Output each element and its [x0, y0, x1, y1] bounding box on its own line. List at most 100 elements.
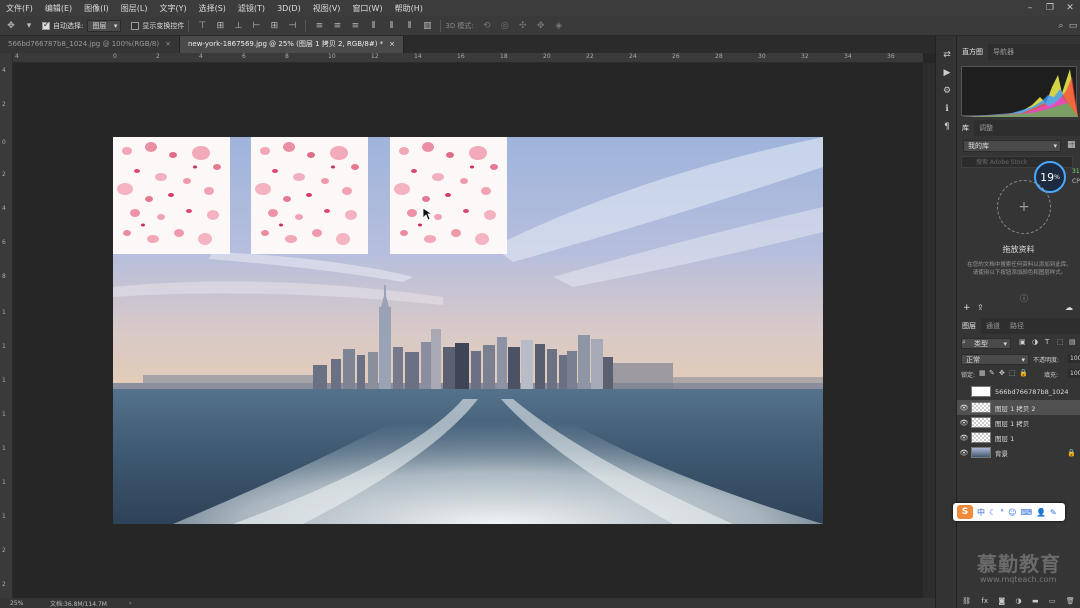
lock-move-icon[interactable]: ✥ — [999, 369, 1005, 377]
distribute-top-icon[interactable]: ≡ — [312, 19, 326, 33]
layer-row[interactable]: 👁 背景 🔒 — [957, 445, 1080, 460]
paragraph-icon[interactable]: ¶ — [936, 118, 958, 136]
minimize-icon[interactable]: – — [1020, 3, 1040, 13]
menu-filter[interactable]: 滤镜(T) — [232, 3, 271, 14]
lock-all-icon[interactable]: 🔒 — [1019, 369, 1028, 377]
menu-window[interactable]: 窗口(W) — [346, 3, 388, 14]
3d-pan-icon[interactable]: ✣ — [516, 19, 530, 33]
menu-select[interactable]: 选择(S) — [193, 3, 232, 14]
align-vcenter-icon[interactable]: ⊞ — [213, 19, 227, 33]
auto-align-icon[interactable]: ▥ — [420, 19, 434, 33]
tab-layers[interactable]: 图层 — [957, 318, 981, 334]
distribute-left-icon[interactable]: ⦀ — [366, 19, 380, 33]
lock-paint-icon[interactable]: ✎ — [989, 369, 995, 377]
menu-file[interactable]: 文件(F) — [0, 3, 39, 14]
distribute-hcenter-icon[interactable]: ⦀ — [384, 19, 398, 33]
3d-slide-icon[interactable]: ✥ — [534, 19, 548, 33]
tab-histogram[interactable]: 直方图 — [957, 44, 988, 60]
menu-help[interactable]: 帮助(H) — [389, 3, 429, 14]
tab-paths[interactable]: 路径 — [1005, 318, 1029, 334]
lock-artboard-icon[interactable]: ⬚ — [1009, 369, 1016, 377]
properties-icon[interactable]: ⚙ — [936, 82, 958, 100]
menu-type[interactable]: 文字(Y) — [153, 3, 192, 14]
add-asset-icon[interactable]: + — [997, 180, 1051, 234]
move-tool-icon[interactable]: ✥ — [4, 19, 18, 33]
eye-icon[interactable]: 👁 — [957, 434, 971, 442]
align-right-icon[interactable]: ⊣ — [285, 19, 299, 33]
tab-document-2[interactable]: new-york-1867569.jpg @ 25% (图层 1 拷贝 2, R… — [179, 36, 405, 53]
lock-pixels-icon[interactable]: ▦ — [979, 369, 986, 377]
canvas-scrollbar[interactable] — [923, 63, 935, 598]
3d-orbit-icon[interactable]: ⟲ — [480, 19, 494, 33]
petal-layer-2[interactable] — [251, 137, 368, 254]
ime-toolbar[interactable]: S 中 ☾ ° ☺ ⌨ 👤 ✎ — [953, 503, 1065, 521]
close-icon[interactable]: × — [165, 40, 171, 48]
trash-icon[interactable]: 🗑 — [1066, 597, 1075, 605]
eye-icon[interactable]: 👁 — [957, 404, 971, 412]
library-select[interactable]: 我的库 — [963, 140, 1061, 152]
tools-icon[interactable]: ✎ — [1050, 508, 1057, 517]
distribute-bottom-icon[interactable]: ≡ — [348, 19, 362, 33]
menu-image[interactable]: 图像(I) — [78, 3, 115, 14]
filter-text-icon[interactable]: T — [1045, 338, 1049, 346]
close-icon[interactable]: × — [389, 40, 395, 48]
menu-3d[interactable]: 3D(D) — [271, 4, 307, 13]
align-hcenter-icon[interactable]: ⊞ — [267, 19, 281, 33]
align-left-icon[interactable]: ⊢ — [249, 19, 263, 33]
filter-smart-icon[interactable]: ▤ — [1069, 338, 1076, 346]
info-circle-icon[interactable]: ⓘ — [1020, 293, 1028, 304]
new-layer-icon[interactable]: ▭ — [1049, 597, 1056, 605]
menu-view[interactable]: 视图(V) — [307, 3, 347, 14]
layer-row[interactable]: 566bd766787b8_1024 — [957, 384, 1080, 399]
ruler-left[interactable]: 4 2 0 2 4 6 8 1 1 1 1 1 1 1 2 2 — [0, 53, 13, 598]
actions-play-icon[interactable]: ▶ — [936, 64, 958, 82]
auto-select-checkbox[interactable] — [42, 20, 50, 30]
filter-pixel-icon[interactable]: ▣ — [1019, 338, 1026, 346]
3d-roll-icon[interactable]: ◎ — [498, 19, 512, 33]
folder-icon[interactable]: ▬ — [1032, 597, 1039, 605]
distribute-vcenter-icon[interactable]: ≡ — [330, 19, 344, 33]
adjustment-icon[interactable]: ◑ — [1016, 597, 1022, 605]
keyboard-icon[interactable]: ⌨ — [1021, 508, 1033, 517]
blend-mode-select[interactable]: 正常 — [961, 354, 1029, 366]
distribute-right-icon[interactable]: ⦀ — [402, 19, 416, 33]
eye-icon[interactable]: 👁 — [957, 419, 971, 427]
link-icon[interactable]: ⛓ — [962, 597, 971, 605]
tool-preset-icon[interactable]: ▾ — [22, 19, 36, 33]
opacity-input[interactable]: 100 — [1068, 354, 1080, 363]
layer-kind-filter[interactable]: 类型 — [961, 338, 1011, 350]
upload-icon[interactable]: ⇪ — [977, 303, 984, 312]
fx-icon[interactable]: fx — [981, 597, 988, 605]
ruler-top[interactable]: 4 0 2 4 6 8 10 12 14 16 18 20 22 24 26 2… — [13, 53, 923, 63]
tab-channels[interactable]: 通道 — [981, 318, 1005, 334]
auto-select-dropdown[interactable]: 图层 — [87, 19, 122, 32]
filter-shape-icon[interactable]: ⬚ — [1057, 338, 1064, 346]
zoom-level[interactable]: 25% — [10, 600, 50, 607]
ime-mode[interactable]: 中 — [977, 507, 985, 518]
show-transform-checkbox[interactable] — [131, 21, 140, 30]
layer-row[interactable]: 👁 图层 1 拷贝 — [957, 415, 1080, 430]
tab-document-1[interactable]: 566bd766787b8_1024.jpg @ 100%(RGB/8) × — [0, 36, 180, 53]
tab-adjustments[interactable]: 调整 — [974, 120, 998, 136]
layer-row-selected[interactable]: 👁 图层 1 拷贝 2 — [957, 400, 1080, 415]
eye-icon[interactable]: 👁 — [957, 449, 971, 457]
history-icon[interactable]: ⇄ — [936, 46, 958, 64]
punct-icon[interactable]: ° — [1000, 508, 1004, 517]
3d-scale-icon[interactable]: ◈ — [552, 19, 566, 33]
add-icon[interactable]: + — [963, 303, 971, 313]
align-top-icon[interactable]: ⊤ — [195, 19, 209, 33]
grid-view-icon[interactable]: ▦ — [1067, 140, 1076, 150]
cloud-sync-icon[interactable]: ☁ — [1065, 303, 1073, 312]
align-bottom-icon[interactable]: ⊥ — [231, 19, 245, 33]
emoji-icon[interactable]: ☺ — [1008, 508, 1016, 517]
layer-row[interactable]: 👁 图层 1 — [957, 430, 1080, 445]
workspace-icon[interactable]: ▭ — [1066, 19, 1080, 33]
close-icon[interactable]: ✕ — [1060, 3, 1080, 13]
tab-library[interactable]: 库 — [957, 120, 974, 136]
tab-navigator[interactable]: 导航器 — [988, 44, 1019, 60]
user-icon[interactable]: 👤 — [1036, 508, 1046, 517]
menu-edit[interactable]: 编辑(E) — [39, 3, 78, 14]
moon-icon[interactable]: ☾ — [989, 508, 996, 517]
filter-adjust-icon[interactable]: ◑ — [1032, 338, 1038, 346]
restore-icon[interactable]: ❐ — [1040, 3, 1060, 13]
